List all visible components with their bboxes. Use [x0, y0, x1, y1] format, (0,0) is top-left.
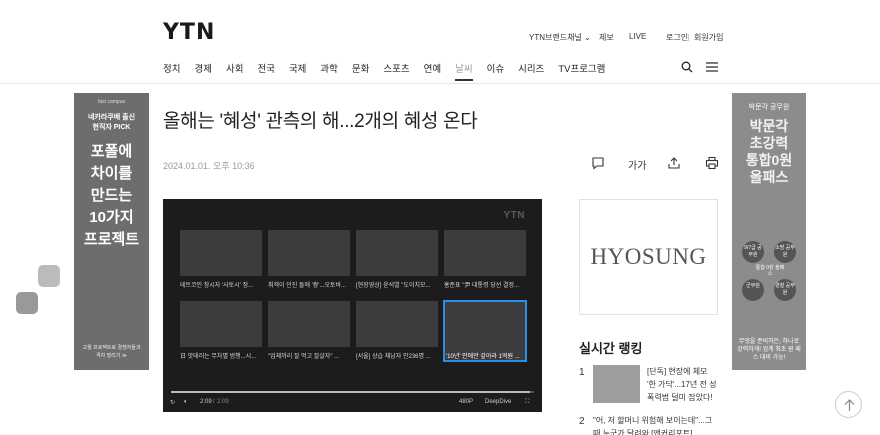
- ad-center-text: 통합 0원 올패스: [755, 265, 785, 277]
- ad-bottom-text: 무엇을 준비하든, 하나로 강력하게! 업계 최초 원 패스 대비 가능!: [737, 339, 801, 361]
- ad-headline-line: 통합0원: [745, 152, 793, 168]
- ad-headline-line: 초강력: [749, 135, 789, 151]
- volume-icon[interactable]: 🔈︎: [184, 399, 188, 406]
- ad-circle: 경찰 공무원: [774, 279, 796, 301]
- ad-headline-line: 프로젝트: [83, 231, 140, 248]
- video-thumb[interactable]: [268, 301, 350, 347]
- article-date: 2024.01.01. 오후 10:36: [163, 161, 255, 171]
- nav-item-culture[interactable]: 문화: [352, 61, 369, 75]
- nav-item-issue[interactable]: 이슈: [487, 61, 504, 75]
- video-progress-bar[interactable]: [171, 391, 534, 393]
- video-thumb[interactable]: [356, 301, 438, 347]
- brand-channel-link[interactable]: YTN브랜드채널 ⌄: [529, 32, 591, 43]
- sponsor-ad[interactable]: HYOSUNG: [579, 199, 718, 315]
- nav-item-sports[interactable]: 스포츠: [383, 61, 409, 75]
- ad-line1: 네카라쿠배 출신: [87, 114, 136, 121]
- page: YTN YTN브랜드채널 ⌄ 제보 LIVE 로그인 회원가입 정치 경제 사회…: [0, 0, 880, 435]
- right-banner-ad[interactable]: 박문각 공무원 박문각 초강력 통합0원 올패스 9/7급 공무원 소방 공무원…: [732, 93, 806, 370]
- replay-icon[interactable]: ↻: [170, 399, 175, 406]
- video-logo: YTN: [503, 210, 525, 221]
- video-thumb-caption[interactable]: "업체까리 잘 먹고 잘살자" ...: [268, 351, 352, 360]
- left-banner-ad[interactable]: fast campus 네카라쿠배 출신 현직자 PICK 포폴에 차이를 만드…: [74, 93, 149, 370]
- comment-icon[interactable]: [591, 156, 605, 170]
- sponsor-logo: HYOSUNG: [590, 244, 707, 269]
- report-link[interactable]: 제보: [599, 32, 614, 43]
- header-divider: [0, 83, 880, 84]
- video-thumb[interactable]: [180, 230, 262, 276]
- ranking-item-title[interactable]: [단독] 현장에 체모 '한 가닥'...17년 전 성폭력범 덜미 잡았다!: [647, 365, 717, 404]
- ranking-title: 실시간 랭킹: [579, 341, 643, 356]
- chevron-down-icon: ⌄: [584, 33, 591, 42]
- main-nav: 정치 경제 사회 전국 국제 과학 문화 스포츠 연예 날씨 이슈 시리즈 TV…: [163, 61, 619, 81]
- time-separator: /: [213, 399, 215, 405]
- arrow-up-icon: [844, 399, 855, 411]
- video-thumb-caption[interactable]: [서울] 상습 체납자 인236명 ...: [356, 351, 440, 360]
- ranking-number: 2: [579, 416, 585, 427]
- video-player[interactable]: YTN 테트코인 창시자 '사토시' 정... 취객이 던진 돌에 '쾅'...…: [163, 199, 542, 412]
- ad-circle: 소방 공무원: [774, 241, 796, 263]
- ytn-logo[interactable]: YTN: [163, 20, 215, 45]
- live-link[interactable]: LIVE: [629, 32, 646, 41]
- login-link[interactable]: 로그인: [666, 32, 688, 43]
- ranking-item-title[interactable]: "어, 저 할머니 위험해 보이는데"...그때 누군가 달려와 [앤커리포트]: [593, 414, 718, 435]
- power-icon: [38, 265, 60, 287]
- ad-bottom-text: 고퀄 프로젝트로 경쟁자들과 격차 벌리기 ≫: [82, 345, 141, 359]
- ad-line2: 현직자 PICK: [92, 124, 131, 131]
- nav-item-international[interactable]: 국제: [289, 61, 306, 75]
- java-icon: [16, 292, 38, 314]
- video-thumb-caption[interactable]: 테트코인 창시자 '사토시' 정...: [180, 280, 264, 289]
- current-time: 2:09: [200, 399, 212, 405]
- video-thumb[interactable]: [356, 230, 438, 276]
- article-headline: 올해는 '혜성' 관측의 해...2개의 혜성 온다: [163, 111, 478, 132]
- ad-circle: 군무원: [742, 279, 764, 301]
- ad-headline-line: 차이를: [90, 165, 133, 182]
- nav-item-politics[interactable]: 정치: [163, 61, 180, 75]
- signup-link[interactable]: 회원가입: [687, 32, 723, 43]
- nav-item-entertainment[interactable]: 연예: [424, 61, 441, 75]
- deepdive-button[interactable]: DeepDive: [485, 399, 511, 405]
- font-size-button[interactable]: 가가: [628, 157, 646, 172]
- ad-circle: 9/7급 공무원: [742, 241, 764, 263]
- ad-headline-line: 만드는: [90, 187, 133, 204]
- ad-headline: 박문각 초강력 통합0원 올패스: [732, 118, 806, 186]
- ad-headline-line: 올패스: [749, 169, 789, 185]
- fullscreen-icon[interactable]: ⛶: [525, 399, 529, 406]
- quality-button[interactable]: 480P: [459, 399, 473, 405]
- ad-headline-line: 10가지: [89, 209, 134, 226]
- search-icon[interactable]: [681, 61, 693, 73]
- nav-item-nationwide[interactable]: 전국: [257, 61, 274, 75]
- ad-headline-line: 박문각: [749, 118, 789, 134]
- ad-circles: 9/7급 공무원 소방 공무원 군무원 경찰 공무원 통합 0원 올패스: [740, 241, 798, 305]
- ad-brand: fast campus: [98, 99, 125, 105]
- video-thumb-caption[interactable]: 홍준표 "尹 대통령 당선 결정...: [444, 280, 528, 289]
- video-thumb-caption[interactable]: '10년' 안에만 갚아라 1억원 ...: [446, 351, 526, 360]
- menu-icon[interactable]: [706, 61, 718, 73]
- ad-headline: 포폴에 차이를 만드는 10가지 프로젝트: [74, 141, 149, 251]
- video-progress-fill: [171, 391, 531, 393]
- ad-brand: 박문각 공무원: [748, 104, 790, 111]
- video-thumb-caption[interactable]: 취객이 던진 돌에 '쾅'...오토바...: [268, 280, 352, 289]
- nav-item-tv-program[interactable]: TV프로그램: [558, 61, 605, 75]
- video-thumb[interactable]: [268, 230, 350, 276]
- nav-item-series[interactable]: 시리즈: [518, 61, 544, 75]
- nav-item-weather[interactable]: 날씨: [455, 61, 474, 81]
- total-time: 2:09: [217, 399, 229, 405]
- video-thumb-caption[interactable]: [현장영상] 윤석열 "도이치모...: [356, 280, 440, 289]
- video-thumb[interactable]: [180, 301, 262, 347]
- share-icon[interactable]: [667, 156, 681, 170]
- print-icon[interactable]: [705, 156, 719, 170]
- ad-headline-line: 포폴에: [90, 143, 133, 160]
- video-thumb-caption[interactable]: 日 맛태러는 무차별 범행...시...: [180, 351, 264, 360]
- nav-item-economy[interactable]: 경제: [194, 61, 211, 75]
- scroll-top-button[interactable]: [835, 391, 862, 418]
- nav-item-society[interactable]: 사회: [226, 61, 243, 75]
- nav-item-science[interactable]: 과학: [320, 61, 337, 75]
- video-thumb[interactable]: [444, 230, 526, 276]
- ranking-thumbnail[interactable]: [593, 365, 640, 403]
- ranking-number: 1: [579, 367, 585, 378]
- brand-channel-label: YTN브랜드채널: [529, 33, 582, 42]
